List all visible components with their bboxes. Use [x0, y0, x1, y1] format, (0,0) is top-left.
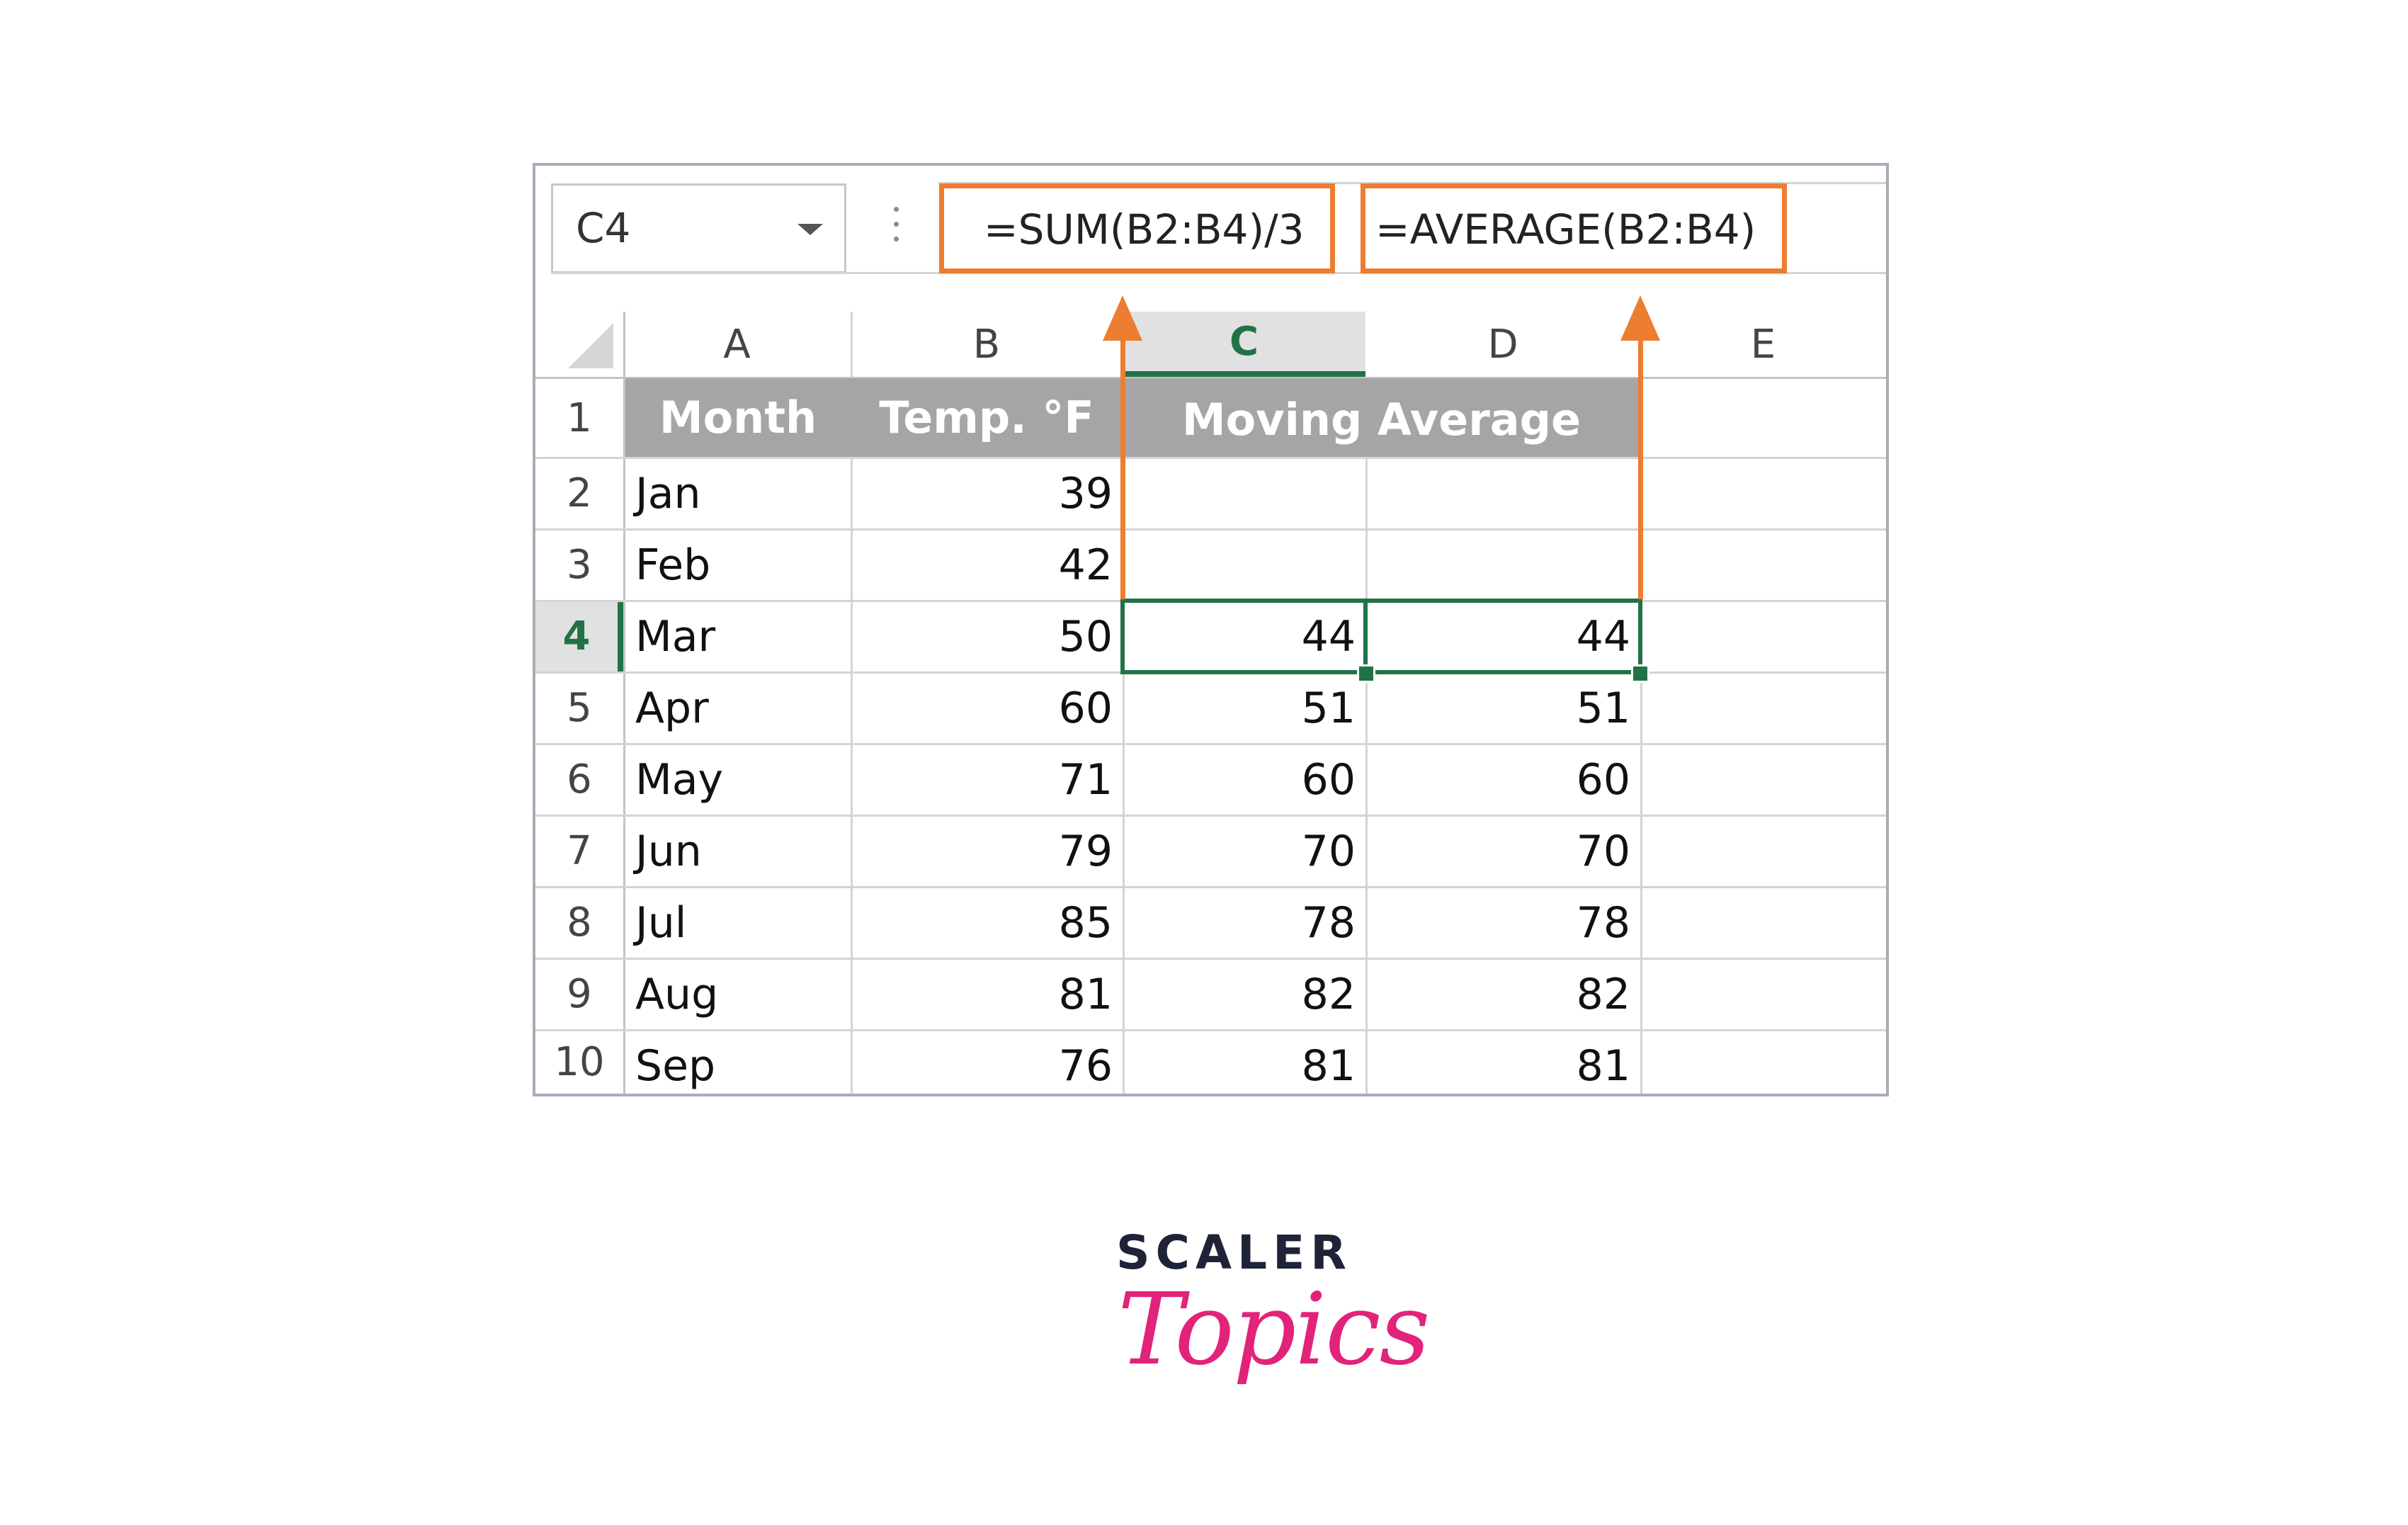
row-header-6[interactable]: 6 [535, 744, 623, 815]
cell-sum-average[interactable]: 70 [1125, 817, 1365, 886]
row-header-10[interactable]: 10 [535, 1030, 623, 1094]
cell-month[interactable]: Jan [625, 459, 851, 528]
cell-empty[interactable] [1642, 817, 1886, 886]
row-header-4[interactable]: 4 [535, 601, 623, 672]
cell-average-function[interactable]: 78 [1368, 888, 1640, 958]
cell-temp[interactable]: 39 [853, 459, 1123, 528]
cell-month[interactable]: Apr [625, 674, 851, 743]
row-header-7[interactable]: 7 [535, 815, 623, 887]
more-vertical-icon[interactable] [894, 207, 899, 252]
cell-month[interactable]: Jun [625, 817, 851, 886]
cell-average-function[interactable] [1368, 459, 1640, 528]
cell-empty[interactable] [1642, 960, 1886, 1029]
cell-temp[interactable]: 42 [853, 531, 1123, 600]
cell-sum-average[interactable] [1125, 531, 1365, 600]
cell-temp[interactable]: 76 [853, 1031, 1123, 1101]
cell-sum-average[interactable]: 60 [1125, 745, 1365, 815]
column-header-a[interactable]: A [623, 312, 851, 377]
cell-empty[interactable] [1642, 602, 1886, 671]
cell-average-function[interactable]: 60 [1368, 745, 1640, 815]
row-header-1[interactable]: 1 [535, 378, 623, 458]
logo-wordmark-bottom: Topics [1118, 1272, 1430, 1388]
formula-callout-d4[interactable]: =AVERAGE(B2:B4) [1361, 183, 1787, 273]
select-all-corner[interactable] [568, 323, 613, 368]
scaler-topics-logo: SCALER Topics [1105, 1225, 1430, 1402]
cell-empty[interactable] [1642, 888, 1886, 958]
cell-month[interactable]: Feb [625, 531, 851, 600]
cell-sum-average[interactable] [1125, 459, 1365, 528]
column-header-c[interactable]: C [1123, 312, 1365, 377]
selected-cell-d4[interactable] [1363, 599, 1642, 674]
cell-average-function[interactable]: 70 [1368, 817, 1640, 886]
cell-month[interactable]: Aug [625, 960, 851, 1029]
name-box[interactable]: C4 [551, 183, 846, 273]
cell-empty[interactable] [1642, 459, 1886, 528]
header-cell-moving-average[interactable]: Moving Average [1123, 378, 1640, 457]
cell-empty[interactable] [1642, 1031, 1886, 1101]
name-box-value: C4 [576, 204, 631, 252]
fill-handle[interactable] [1631, 664, 1649, 683]
cell-empty[interactable] [1642, 674, 1886, 743]
row-header-3[interactable]: 3 [535, 529, 623, 601]
header-cell-temp[interactable]: Temp. °F [851, 378, 1123, 457]
column-header-d[interactable]: D [1365, 312, 1640, 377]
arrow-up-icon [1103, 295, 1142, 341]
header-cell-month[interactable]: Month [625, 378, 851, 457]
cell-average-function[interactable]: 82 [1368, 960, 1640, 1029]
callout-arrow-d [1638, 312, 1643, 599]
cell-sum-average[interactable]: 81 [1125, 1031, 1365, 1101]
cell-temp[interactable]: 79 [853, 817, 1123, 886]
cell-temp[interactable]: 85 [853, 888, 1123, 958]
selected-cell-c4[interactable] [1120, 599, 1368, 674]
cell-temp[interactable]: 71 [853, 745, 1123, 815]
row-header-5[interactable]: 5 [535, 672, 623, 744]
cell-sum-average[interactable]: 51 [1125, 674, 1365, 743]
formula-text-c4: =SUM(B2:B4)/3 [984, 205, 1305, 254]
cell-month[interactable]: Sep [625, 1031, 851, 1101]
row-header-9[interactable]: 9 [535, 958, 623, 1030]
cell-temp[interactable]: 50 [853, 602, 1123, 671]
cell-average-function[interactable] [1368, 531, 1640, 600]
cell-sum-average[interactable]: 82 [1125, 960, 1365, 1029]
formula-text-d4: =AVERAGE(B2:B4) [1375, 205, 1756, 254]
fill-handle[interactable] [1357, 664, 1375, 683]
cell-month[interactable]: Mar [625, 602, 851, 671]
screenshot-canvas: C4 =SUM(B2:B4)/3 =AVERAGE(B2:B4) A B C D… [0, 0, 2408, 1525]
formula-callout-c4[interactable]: =SUM(B2:B4)/3 [939, 183, 1335, 273]
cell-empty[interactable] [1642, 745, 1886, 815]
cell-temp[interactable]: 81 [853, 960, 1123, 1029]
cell-average-function[interactable]: 51 [1368, 674, 1640, 743]
callout-arrow-c [1120, 312, 1125, 599]
cell-temp[interactable]: 60 [853, 674, 1123, 743]
row-header-2[interactable]: 2 [535, 458, 623, 529]
cell-month[interactable]: May [625, 745, 851, 815]
chevron-down-icon[interactable] [797, 224, 823, 235]
cell-sum-average[interactable]: 78 [1125, 888, 1365, 958]
row-header-8[interactable]: 8 [535, 887, 623, 958]
cell-month[interactable]: Jul [625, 888, 851, 958]
cell-empty[interactable] [1642, 531, 1886, 600]
column-header-e[interactable]: E [1640, 312, 1886, 377]
arrow-up-icon [1620, 295, 1660, 341]
cell-average-function[interactable]: 81 [1368, 1031, 1640, 1101]
column-header-b[interactable]: B [851, 312, 1123, 377]
